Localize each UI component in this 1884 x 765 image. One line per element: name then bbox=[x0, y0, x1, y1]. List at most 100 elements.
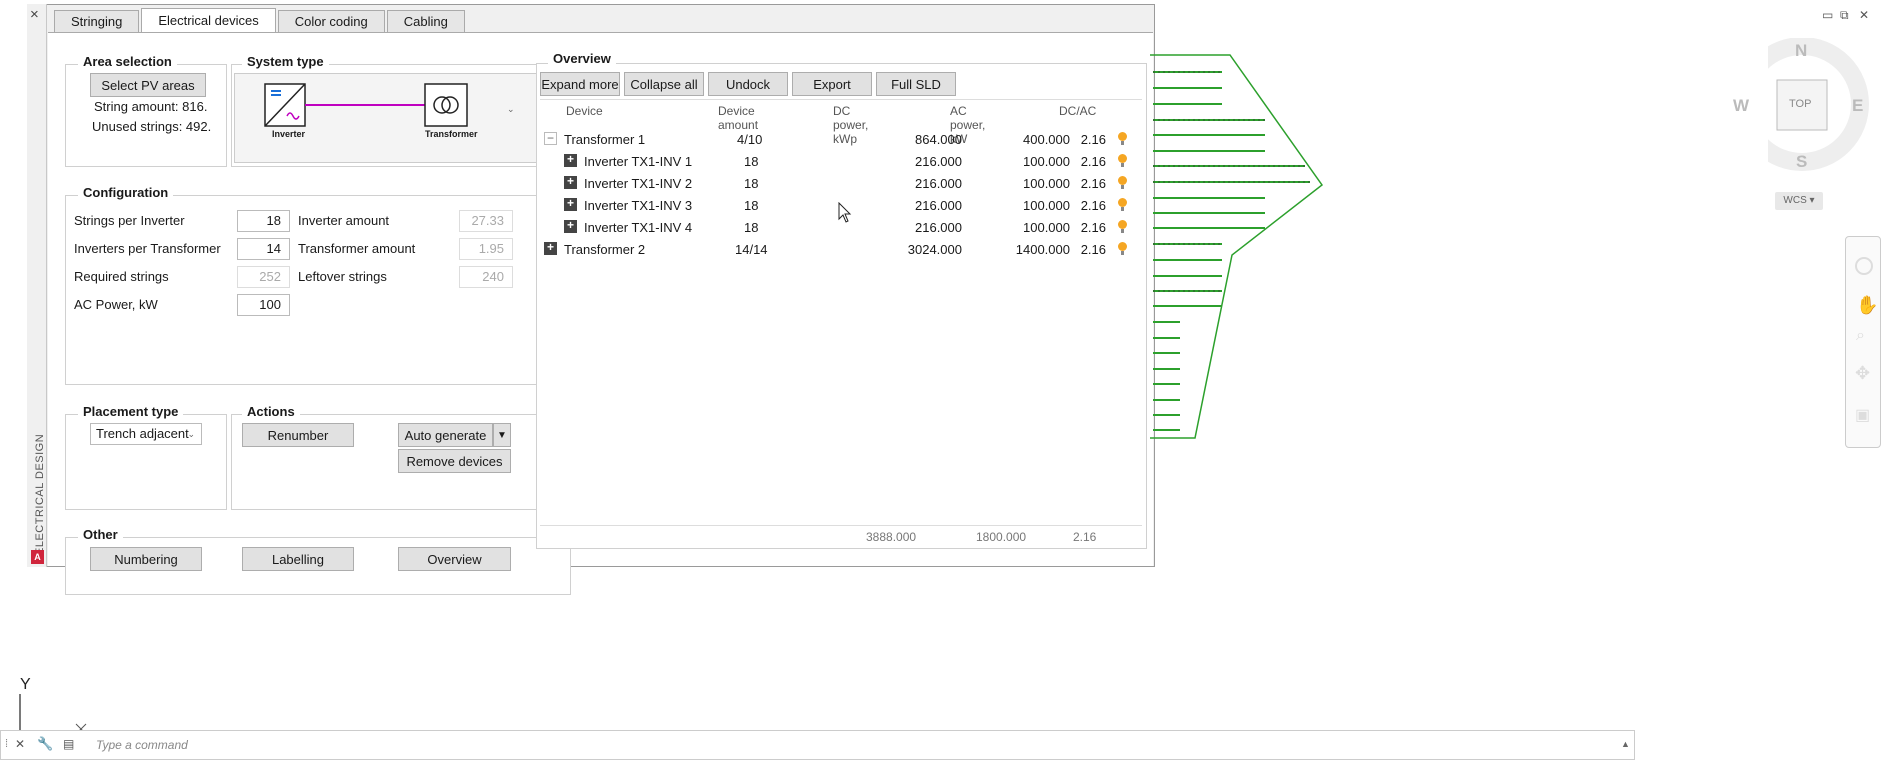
inverter-caption: Inverter bbox=[272, 129, 306, 139]
placement-type-select[interactable]: Trench adjacent ⌄ bbox=[90, 423, 202, 445]
strings-per-inverter-input[interactable]: 18 bbox=[237, 210, 290, 232]
ucs-y-label: Y bbox=[20, 676, 31, 693]
device-name: Inverter TX1-INV 1 bbox=[584, 154, 693, 169]
column-header-device-amount[interactable]: Device amount bbox=[718, 104, 758, 132]
minimize-icon[interactable]: ▭ bbox=[1822, 8, 1833, 22]
steering-wheel-icon[interactable] bbox=[1855, 257, 1873, 275]
wcs-label: WCS bbox=[1783, 195, 1807, 206]
column-header-device[interactable]: Device bbox=[566, 104, 603, 118]
pv-layout-drawing bbox=[1150, 54, 1324, 439]
table-row[interactable]: − Transformer 1 4/10 864.000 400.000 2.1… bbox=[540, 129, 1140, 151]
device-name: Transformer 1 bbox=[564, 132, 646, 147]
dc-ac-ratio: 2.16 bbox=[1080, 154, 1106, 169]
grip-icon[interactable]: ⁞ bbox=[5, 738, 8, 750]
totals-divider bbox=[540, 525, 1142, 526]
expand-icon[interactable]: + bbox=[564, 153, 577, 167]
compass-west[interactable]: W bbox=[1733, 96, 1749, 116]
full-sld-button[interactable]: Full SLD bbox=[876, 72, 956, 96]
total-ac-power: 1800.000 bbox=[976, 530, 1027, 544]
table-row[interactable]: + Inverter TX1-INV 2 18 216.000 100.000 … bbox=[540, 173, 1140, 195]
dc-power: 864.000 bbox=[915, 132, 962, 147]
expand-icon[interactable]: + bbox=[564, 197, 577, 211]
lightbulb-icon[interactable] bbox=[1118, 242, 1127, 255]
collapse-all-button[interactable]: Collapse all bbox=[624, 72, 704, 96]
compass-north[interactable]: N bbox=[1795, 41, 1807, 61]
ac-power-label: AC Power, kW bbox=[74, 297, 158, 312]
tab-stringing[interactable]: Stringing bbox=[54, 10, 140, 32]
command-input[interactable]: Type a command bbox=[96, 738, 188, 752]
transformer-caption: Transformer bbox=[425, 129, 478, 139]
expand-icon[interactable]: + bbox=[564, 175, 577, 189]
navigation-bar: ✋ ⌕ ✥ ▣ bbox=[1845, 236, 1881, 448]
pv-table-rows bbox=[1153, 71, 1310, 431]
showmotion-icon[interactable]: ▣ bbox=[1855, 405, 1870, 425]
expand-icon[interactable]: + bbox=[564, 219, 577, 233]
chevron-down-icon: ⌄ bbox=[187, 429, 195, 439]
transformer-amount-label: Transformer amount bbox=[298, 241, 416, 256]
placement-type-value: Trench adjacent bbox=[96, 426, 189, 441]
undock-button[interactable]: Undock bbox=[708, 72, 788, 96]
select-pv-areas-button[interactable]: Select PV areas bbox=[90, 73, 206, 97]
area-selection-title: Area selection bbox=[78, 54, 177, 69]
lightbulb-icon[interactable] bbox=[1118, 198, 1127, 211]
ac-power: 100.000 bbox=[1023, 220, 1070, 235]
expand-more-button[interactable]: Expand more bbox=[540, 72, 620, 96]
inverters-per-transformer-input[interactable]: 14 bbox=[237, 238, 290, 260]
renumber-button[interactable]: Renumber bbox=[242, 423, 354, 447]
close-icon[interactable]: × bbox=[30, 6, 39, 23]
orbit-icon[interactable]: ✥ bbox=[1855, 363, 1870, 384]
palette-sidebar: × ELECTRICAL DESIGN A bbox=[27, 4, 47, 567]
ac-power-input[interactable]: 100 bbox=[237, 294, 290, 316]
expand-icon[interactable]: + bbox=[544, 241, 557, 255]
remove-devices-button[interactable]: Remove devices bbox=[398, 449, 511, 473]
device-name: Inverter TX1-INV 2 bbox=[584, 176, 693, 191]
dc-ac-ratio: 2.16 bbox=[1080, 242, 1106, 257]
viewcube[interactable]: N S W E TOP bbox=[1733, 37, 1884, 208]
auto-generate-button[interactable]: Auto generate bbox=[398, 423, 493, 447]
customize-icon[interactable]: 🔧 bbox=[37, 736, 53, 752]
device-amount: 4/10 bbox=[737, 132, 763, 147]
ac-power: 100.000 bbox=[1023, 154, 1070, 169]
wcs-menu[interactable]: WCS ▾ bbox=[1775, 192, 1823, 210]
dc-ac-ratio: 2.16 bbox=[1080, 132, 1106, 147]
lightbulb-icon[interactable] bbox=[1118, 154, 1127, 167]
inverters-per-transformer-label: Inverters per Transformer bbox=[74, 241, 221, 256]
required-strings-field: 252 bbox=[237, 266, 290, 288]
tab-electrical-devices[interactable]: Electrical devices bbox=[141, 8, 276, 32]
lightbulb-icon[interactable] bbox=[1118, 220, 1127, 233]
viewcube-face-top[interactable]: TOP bbox=[1789, 98, 1811, 110]
close-window-icon[interactable]: ✕ bbox=[1859, 8, 1869, 22]
close-command-icon[interactable]: ✕ bbox=[15, 737, 25, 751]
system-type-selector[interactable]: ⌄ Inverter Transformer bbox=[234, 73, 565, 163]
lightbulb-icon[interactable] bbox=[1118, 176, 1127, 189]
recent-commands-icon[interactable]: ▤ bbox=[63, 737, 74, 751]
palette-side-title: ELECTRICAL DESIGN bbox=[34, 433, 46, 555]
dc-power: 216.000 bbox=[915, 220, 962, 235]
restore-icon[interactable]: ⧉ bbox=[1840, 8, 1849, 23]
pan-icon[interactable]: ✋ bbox=[1856, 295, 1878, 316]
dc-power: 216.000 bbox=[915, 154, 962, 169]
collapse-icon[interactable]: − bbox=[544, 132, 557, 145]
transformer-amount-field: 1.95 bbox=[459, 238, 513, 260]
compass-south[interactable]: S bbox=[1796, 152, 1807, 172]
compass-east[interactable]: E bbox=[1852, 96, 1863, 116]
tab-cabling[interactable]: Cabling bbox=[386, 10, 465, 32]
inverter-amount-field: 27.33 bbox=[459, 210, 513, 232]
zoom-extents-icon[interactable]: ⌕ bbox=[1856, 327, 1865, 345]
other-title: Other bbox=[78, 527, 123, 542]
auto-generate-dropdown[interactable]: ▼ bbox=[493, 423, 511, 447]
total-dc-ac: 2.16 bbox=[1073, 530, 1097, 544]
table-row[interactable]: + Transformer 2 14/14 3024.000 1400.000 … bbox=[540, 239, 1140, 261]
export-button[interactable]: Export bbox=[792, 72, 872, 96]
table-row[interactable]: + Inverter TX1-INV 1 18 216.000 100.000 … bbox=[540, 151, 1140, 173]
lightbulb-icon[interactable] bbox=[1118, 132, 1127, 145]
labelling-button[interactable]: Labelling bbox=[242, 547, 354, 571]
tab-color-coding[interactable]: Color coding bbox=[277, 10, 385, 32]
overview-title: Overview bbox=[548, 51, 616, 66]
command-history-icon[interactable]: ▲ bbox=[1621, 739, 1630, 749]
dc-ac-ratio: 2.16 bbox=[1080, 176, 1106, 191]
column-header-dc-ac[interactable]: DC/AC bbox=[1059, 104, 1096, 118]
numbering-button[interactable]: Numbering bbox=[90, 547, 202, 571]
overview-button[interactable]: Overview bbox=[398, 547, 511, 571]
inverter-amount-label: Inverter amount bbox=[298, 213, 390, 228]
